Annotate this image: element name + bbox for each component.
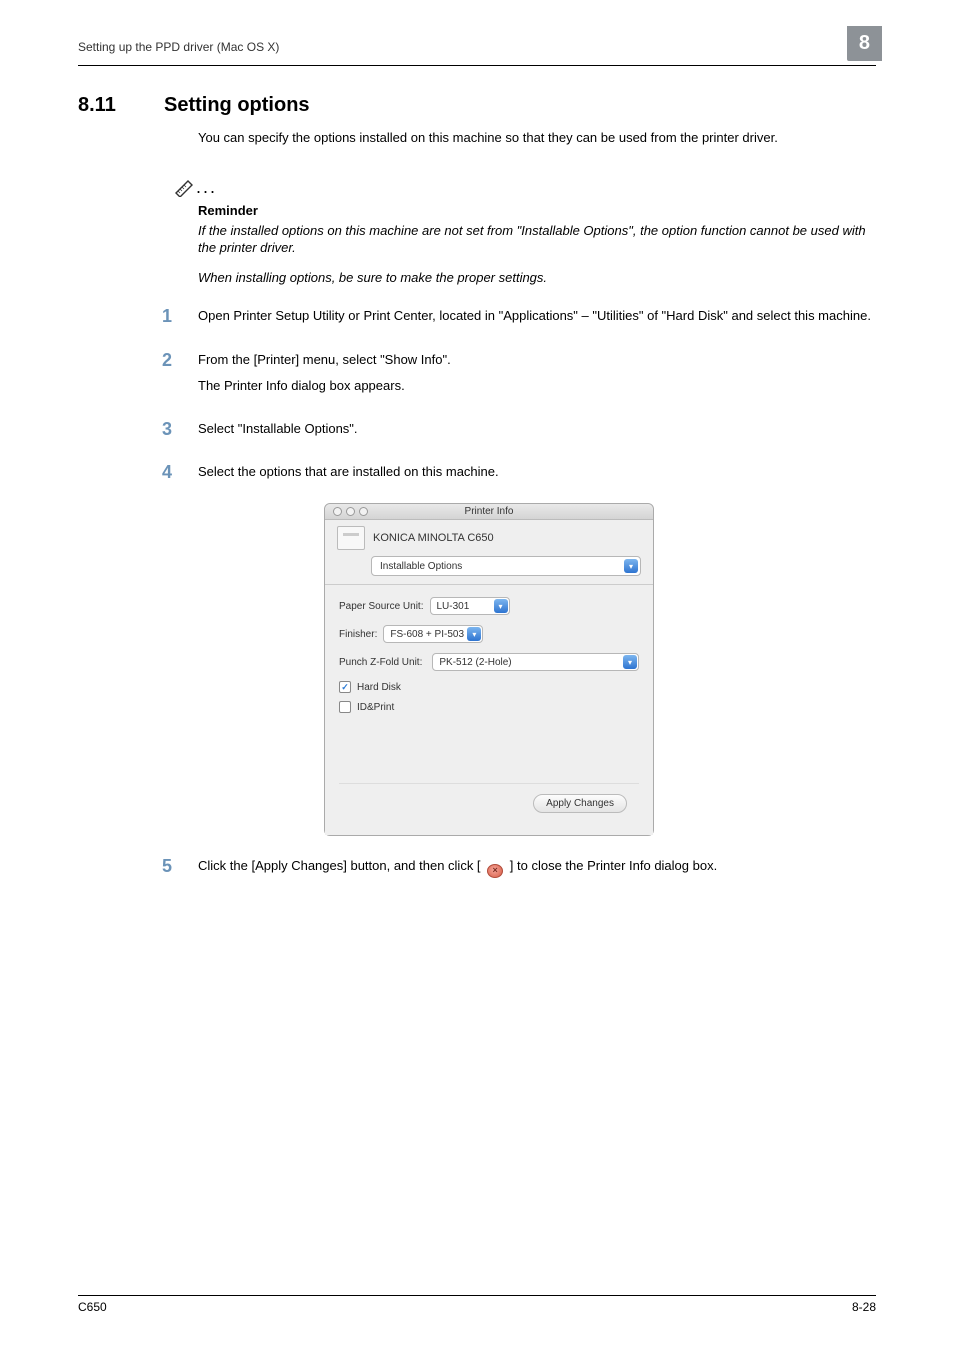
step-number: 3 bbox=[162, 417, 198, 446]
chapter-number-tab: 8 bbox=[847, 26, 882, 61]
footer-left: C650 bbox=[78, 1300, 107, 1314]
dropdown-caret-icon: ▾ bbox=[467, 627, 481, 641]
printer-icon bbox=[337, 526, 365, 550]
section-select-value: Installable Options bbox=[380, 561, 462, 572]
intro-paragraph: You can specify the options installed on… bbox=[198, 129, 872, 147]
step-2-text-a: From the [Printer] menu, select "Show In… bbox=[198, 351, 876, 369]
footer-right: 8-28 bbox=[852, 1300, 876, 1314]
hard-disk-label: Hard Disk bbox=[357, 682, 401, 693]
window-title: Printer Info bbox=[325, 506, 653, 517]
running-head-text: Setting up the PPD driver (Mac OS X) bbox=[78, 40, 279, 54]
section-number: 8.11 bbox=[78, 94, 164, 117]
installable-options-panel: Paper Source Unit: LU-301 ▾ Finisher: FS… bbox=[325, 584, 653, 835]
section-title: Setting options bbox=[164, 94, 310, 117]
step-1: 1 Open Printer Setup Utility or Print Ce… bbox=[78, 304, 876, 333]
reminder-text-1: If the installed options on this machine… bbox=[198, 222, 876, 257]
step-2-text-b: The Printer Info dialog box appears. bbox=[198, 377, 876, 395]
printer-name: KONICA MINOLTA C650 bbox=[373, 532, 494, 544]
section-select[interactable]: Installable Options ▾ bbox=[371, 556, 641, 576]
finisher-row: Finisher: FS-608 + PI-503 ▾ bbox=[339, 625, 639, 643]
reminder-text-2: When installing options, be sure to make… bbox=[198, 269, 876, 287]
reminder-block: ... Reminder If the installed options on… bbox=[174, 171, 876, 287]
hard-disk-checkbox[interactable]: ✓ Hard Disk bbox=[339, 681, 639, 693]
step-number: 4 bbox=[162, 460, 198, 489]
close-icon: × bbox=[487, 864, 503, 878]
step-number: 2 bbox=[162, 348, 198, 403]
step-3-text: Select "Installable Options". bbox=[198, 420, 876, 438]
step-4: 4 Select the options that are installed … bbox=[78, 460, 876, 489]
finisher-label: Finisher: bbox=[339, 629, 377, 640]
punch-row: Punch Z-Fold Unit: PK-512 (2-Hole) ▾ bbox=[339, 653, 639, 671]
window-footer: Apply Changes bbox=[339, 783, 639, 825]
paper-source-row: Paper Source Unit: LU-301 ▾ bbox=[339, 597, 639, 615]
step-4-text: Select the options that are installed on… bbox=[198, 463, 876, 481]
apply-changes-button[interactable]: Apply Changes bbox=[533, 794, 627, 813]
punch-label: Punch Z-Fold Unit: bbox=[339, 657, 422, 668]
step-5: 5 Click the [Apply Changes] button, and … bbox=[78, 854, 876, 885]
step-number: 5 bbox=[162, 854, 198, 885]
step-number: 1 bbox=[162, 304, 198, 333]
punch-select[interactable]: PK-512 (2-Hole) ▾ bbox=[432, 653, 639, 671]
dropdown-caret-icon: ▾ bbox=[624, 559, 638, 573]
punch-value: PK-512 (2-Hole) bbox=[439, 657, 511, 668]
step-5-text: Click the [Apply Changes] button, and th… bbox=[198, 857, 876, 877]
reminder-title: Reminder bbox=[198, 202, 876, 220]
checkbox-checked-icon: ✓ bbox=[339, 681, 351, 693]
paper-source-value: LU-301 bbox=[437, 601, 470, 612]
window-titlebar[interactable]: Printer Info bbox=[325, 504, 653, 520]
finisher-select[interactable]: FS-608 + PI-503 ▾ bbox=[383, 625, 483, 643]
id-print-label: ID&Print bbox=[357, 702, 394, 713]
page-footer: C650 8-28 bbox=[78, 1295, 876, 1314]
step-5-text-b: ] to close the Printer Info dialog box. bbox=[510, 858, 717, 873]
step-1-text: Open Printer Setup Utility or Print Cent… bbox=[198, 307, 876, 325]
step-2: 2 From the [Printer] menu, select "Show … bbox=[78, 348, 876, 403]
running-head: Setting up the PPD driver (Mac OS X) 8 bbox=[78, 40, 876, 66]
paper-source-select[interactable]: LU-301 ▾ bbox=[430, 597, 510, 615]
checkbox-unchecked-icon bbox=[339, 701, 351, 713]
dropdown-caret-icon: ▾ bbox=[494, 599, 508, 613]
dropdown-caret-icon: ▾ bbox=[623, 655, 637, 669]
printer-info-window: Printer Info KONICA MINOLTA C650 Install… bbox=[324, 503, 654, 836]
id-print-checkbox[interactable]: ID&Print bbox=[339, 701, 639, 713]
window-header: KONICA MINOLTA C650 bbox=[325, 520, 653, 552]
step-5-text-a: Click the [Apply Changes] button, and th… bbox=[198, 858, 481, 873]
finisher-value: FS-608 + PI-503 bbox=[390, 629, 464, 640]
reminder-icon: ... bbox=[174, 171, 876, 201]
step-3: 3 Select "Installable Options". bbox=[78, 417, 876, 446]
section-heading: 8.11 Setting options bbox=[78, 94, 876, 117]
paper-source-label: Paper Source Unit: bbox=[339, 601, 424, 612]
